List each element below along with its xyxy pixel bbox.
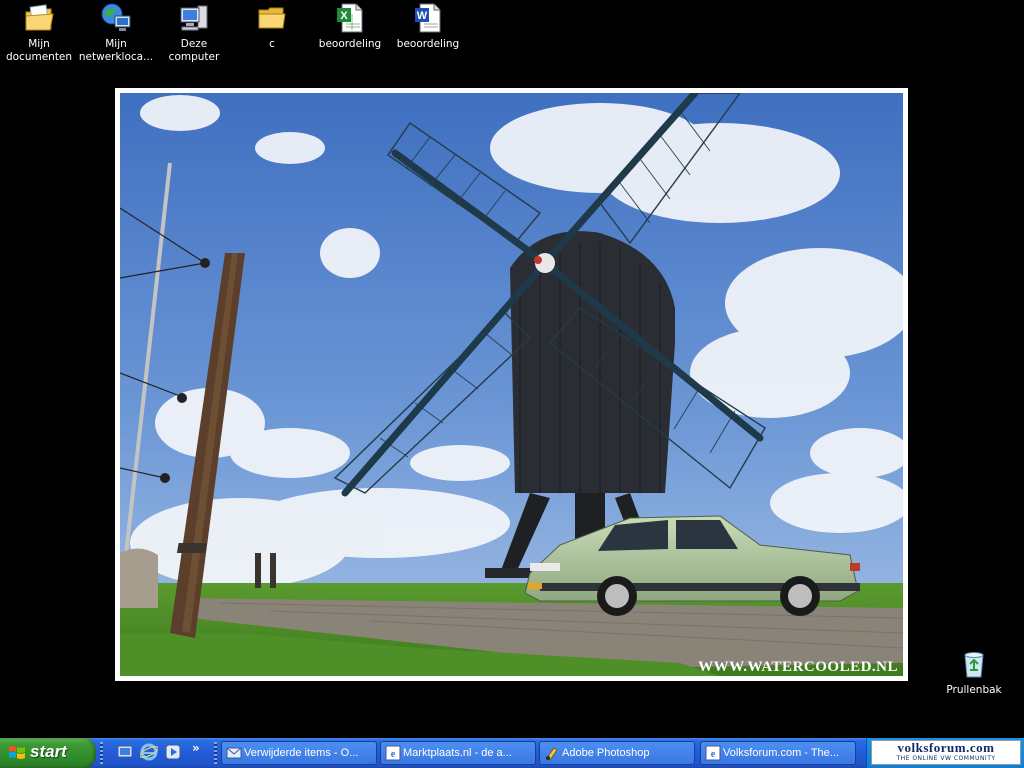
task-label: Marktplaats.nl - de a...	[403, 747, 512, 759]
task-label: Verwijderde items - O...	[244, 747, 359, 759]
task-button-volksforum[interactable]: e Volksforum.com - The...	[700, 741, 856, 765]
icon-label: Prullenbak	[946, 684, 1002, 696]
network-places-icon	[101, 3, 131, 31]
my-documents-icon	[25, 4, 54, 31]
recycle-bin-icon	[964, 652, 984, 678]
outlook-icon	[226, 747, 242, 759]
svg-text:X: X	[340, 10, 348, 22]
watermark-text: WWW.WATERCOOLED.NL	[698, 659, 898, 675]
banner-subtitle: THE ONLINE VW COMMUNITY	[896, 755, 996, 762]
task-button-outlook[interactable]: Verwijderde items - O...	[221, 741, 377, 765]
icon-label: beoordeling	[318, 38, 382, 50]
svg-text:W: W	[417, 10, 428, 22]
task-button-marktplaats[interactable]: e Marktplaats.nl - de a...	[380, 741, 536, 765]
task-label: Adobe Photoshop	[562, 747, 650, 759]
my-computer-icon	[180, 5, 208, 31]
word-file-icon: W	[415, 3, 441, 33]
task-label: Volksforum.com - The...	[723, 747, 839, 759]
ie-window-icon: e	[705, 745, 721, 761]
wallpaper-photo: WWW.WATERCOOLED.NL	[115, 88, 908, 681]
task-button-photoshop[interactable]: Adobe Photoshop	[539, 741, 695, 765]
desktop-icon-beoordeling-excel[interactable]: X beoordeling	[311, 2, 389, 51]
volksforum-banner[interactable]: volksforum.com THE ONLINE VW COMMUNITY	[871, 740, 1021, 765]
icon-label: c	[269, 38, 275, 50]
toolbar-grip[interactable]	[100, 742, 103, 764]
desktop-icon-my-computer[interactable]: Deze computer	[155, 2, 233, 64]
desktop-icon-beoordeling-word[interactable]: W beoordeling	[389, 2, 467, 51]
quick-launch-bar: »	[104, 741, 214, 763]
ie-window-icon: e	[385, 745, 401, 761]
windmill-scene: WWW.WATERCOOLED.NL	[120, 93, 903, 676]
desktop-icon-my-documents[interactable]: Mijn documenten	[0, 2, 78, 64]
svg-text:e: e	[391, 749, 396, 760]
icon-label: Mijn documenten	[5, 38, 73, 63]
windows-media-icon[interactable]	[164, 743, 182, 761]
icon-label: Deze computer	[168, 38, 220, 63]
taskbar: start » Verwijderde items - O... e Markt…	[0, 738, 1024, 768]
icon-label: beoordeling	[396, 38, 460, 50]
start-button[interactable]: start	[0, 738, 96, 768]
show-desktop-icon[interactable]	[116, 743, 134, 761]
windows-logo-icon	[9, 746, 25, 759]
svg-text:e: e	[711, 749, 716, 760]
quick-launch-overflow[interactable]: »	[192, 741, 200, 755]
banner-title: volksforum.com	[897, 740, 995, 755]
photoshop-icon	[546, 747, 558, 761]
system-tray: volksforum.com THE ONLINE VW COMMUNITY	[866, 738, 1024, 768]
desktop-icon-folder-c[interactable]: c	[233, 2, 311, 51]
toolbar-grip[interactable]	[214, 742, 217, 764]
internet-explorer-icon[interactable]	[140, 743, 158, 761]
desktop-icon-network-places[interactable]: Mijn netwerkloca...	[77, 2, 155, 64]
start-label: start	[30, 742, 67, 761]
excel-file-icon: X	[337, 3, 363, 33]
icon-label: Mijn netwerkloca...	[78, 38, 154, 63]
desktop-icon-recycle-bin[interactable]: Prullenbak	[935, 648, 1013, 697]
folder-icon	[258, 7, 286, 29]
